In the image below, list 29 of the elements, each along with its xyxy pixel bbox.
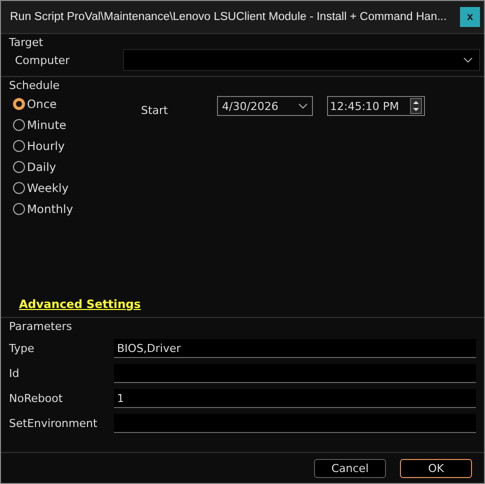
advanced-settings-link[interactable]: Advanced Settings xyxy=(19,297,141,311)
field-label: Type xyxy=(9,342,36,355)
date-picker[interactable]: 4/30/2026 xyxy=(217,96,313,116)
field-label: SetEnvironment xyxy=(9,417,98,430)
time-picker[interactable]: 12:45:10 PM xyxy=(327,96,425,116)
field-label: NoReboot xyxy=(9,392,64,405)
input-field[interactable] xyxy=(114,364,476,383)
dialog-button[interactable]: OK xyxy=(400,458,472,478)
close-button[interactable]: x xyxy=(460,7,480,27)
dialog-button[interactable]: Cancel xyxy=(314,458,386,478)
group-title: Parameters xyxy=(8,319,73,333)
radio-option[interactable]: Minute xyxy=(13,117,141,133)
radio-option[interactable]: Once xyxy=(13,96,141,112)
chevron-down-icon xyxy=(298,103,308,109)
field-label: Id xyxy=(9,367,20,380)
radio-option[interactable]: Hourly xyxy=(13,138,141,154)
field-label: Computer xyxy=(15,54,71,66)
spinner-icon xyxy=(410,98,422,114)
window-title: Run Script ProVal\Maintenance\Lenovo LSUClient Module - Install + Command Han... xyxy=(10,11,447,23)
group-title: Target xyxy=(8,35,44,49)
start-label: Start xyxy=(141,104,169,117)
input-field[interactable]: BIOS,Driver xyxy=(114,339,476,358)
radio-option[interactable]: Monthly xyxy=(13,201,141,217)
radio-option[interactable]: Daily xyxy=(13,159,141,175)
input-field[interactable] xyxy=(114,414,476,433)
group-title: Schedule xyxy=(8,78,61,92)
input-field[interactable]: 1 xyxy=(114,389,476,408)
radio-option[interactable]: Weekly xyxy=(13,180,141,196)
chevron-down-icon xyxy=(463,57,473,63)
